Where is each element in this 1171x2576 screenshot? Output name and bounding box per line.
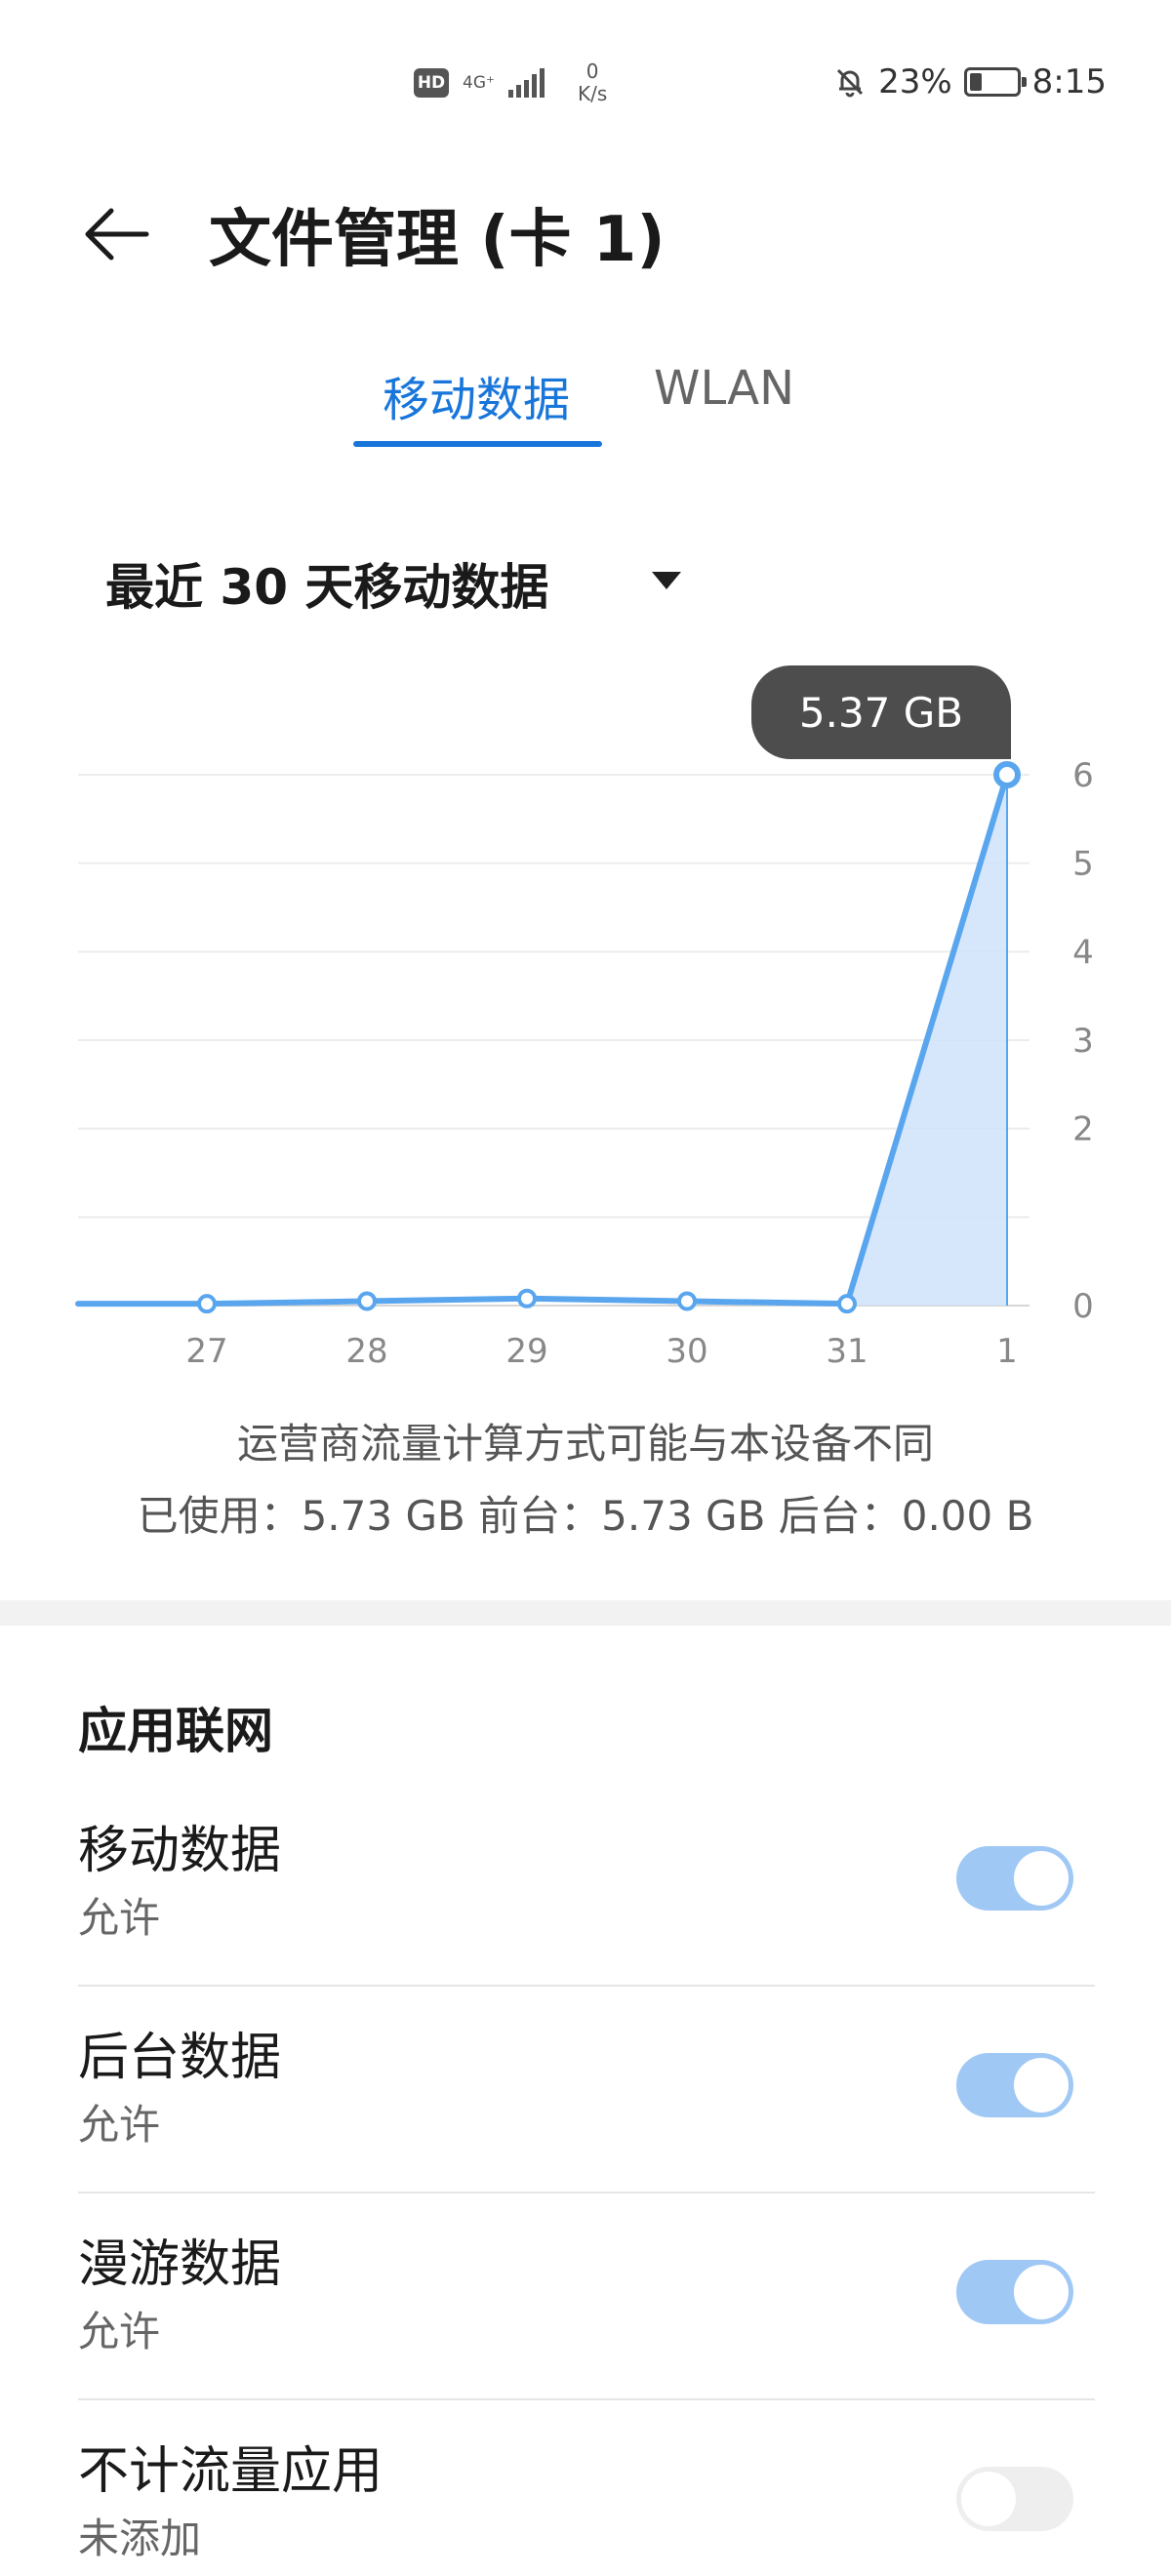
- x-tick-label: 28: [345, 1332, 387, 1371]
- tab-bar: 移动数据 WLAN: [0, 361, 1171, 451]
- speed-unit: K/s: [577, 82, 608, 105]
- setting-label: 移动数据: [78, 1822, 282, 1880]
- usage-chart-svg: 0 2 3 4 5 6 27 28 29 30 31 1: [75, 756, 1094, 1371]
- data-point: [837, 1294, 857, 1314]
- tab-indicator: [353, 441, 602, 447]
- chart-tooltip: 5.37 GB: [751, 665, 1011, 759]
- signal-icon: [507, 68, 545, 98]
- battery-percent: 23%: [878, 62, 952, 101]
- speed-value: 0: [586, 60, 599, 83]
- setting-value: 允许: [78, 2101, 161, 2149]
- hd-badge: HD: [414, 68, 449, 98]
- unmetered-apps-toggle[interactable]: [956, 2467, 1073, 2531]
- section-divider: [0, 1600, 1171, 1626]
- setting-label: 不计流量应用: [78, 2442, 384, 2501]
- y-tick-label: 3: [1072, 1022, 1094, 1061]
- y-tick-label: 5: [1072, 845, 1094, 884]
- battery-icon: [963, 67, 1027, 97]
- page-title: 文件管理 (卡 1): [209, 204, 666, 276]
- status-right-group: 23% 8:15: [833, 62, 1107, 101]
- section-title-app-network: 应用联网: [78, 1703, 273, 1759]
- y-tick-label: 4: [1072, 933, 1094, 972]
- tab-mobile-data[interactable]: 移动数据: [383, 361, 570, 429]
- period-selector[interactable]: 最近 30 天移动数据: [105, 548, 548, 619]
- y-tick-label: 6: [1072, 756, 1094, 795]
- clock: 8:15: [1031, 62, 1107, 101]
- bell-off-icon: [837, 68, 864, 98]
- status-bar: HD 4G⁺ 0 K/s 23% 8:15: [0, 0, 1171, 107]
- setting-value: 未添加: [78, 2515, 202, 2562]
- setting-row-unmetered-apps[interactable]: 不计流量应用 未添加: [78, 2400, 1095, 2576]
- toggle-knob: [1014, 2058, 1069, 2113]
- setting-value: 允许: [78, 1894, 161, 1942]
- x-tick-label: 29: [505, 1332, 547, 1371]
- roaming-data-toggle[interactable]: [956, 2260, 1073, 2324]
- toggle-knob: [1014, 2265, 1069, 2319]
- setting-row-background-data[interactable]: 后台数据 允许: [78, 1987, 1095, 2194]
- setting-label: 后台数据: [78, 2029, 282, 2087]
- highlight-point: [993, 761, 1021, 788]
- data-point: [517, 1288, 537, 1308]
- toggle-knob: [961, 2472, 1016, 2526]
- y-tick-label: 0: [1072, 1287, 1094, 1326]
- carrier-note: 运营商流量计算方式可能与本设备不同: [236, 1420, 934, 1468]
- status-network-group: HD 4G⁺ 0 K/s: [414, 60, 607, 105]
- data-point: [677, 1291, 697, 1311]
- setting-value: 允许: [78, 2308, 161, 2355]
- y-tick-label: 2: [1072, 1110, 1094, 1149]
- network-speed: 0 K/s: [578, 60, 607, 105]
- data-point: [357, 1291, 377, 1311]
- battery-level: [969, 73, 982, 91]
- app-header: 文件管理 (卡 1): [0, 176, 1171, 293]
- x-tick-label: 31: [826, 1332, 868, 1371]
- setting-row-mobile-data[interactable]: 移动数据 允许: [78, 1780, 1095, 1987]
- data-point: [197, 1294, 217, 1314]
- network-type: 4G⁺: [463, 72, 495, 93]
- setting-label: 漫游数据: [78, 2235, 282, 2294]
- usage-summary: 已使用：5.73 GB 前台：5.73 GB 后台：0.00 B: [137, 1492, 1034, 1540]
- x-tick-label: 1: [996, 1332, 1018, 1371]
- x-tick-label: 30: [666, 1332, 707, 1371]
- x-tick-label: 27: [185, 1332, 227, 1371]
- dropdown-arrow-icon[interactable]: [652, 572, 681, 589]
- toggle-knob: [1014, 1851, 1069, 1906]
- setting-row-roaming-data[interactable]: 漫游数据 允许: [78, 2194, 1095, 2400]
- usage-chart: 0 2 3 4 5 6 27 28 29 30 31 1 5.37 GB: [0, 654, 1171, 1376]
- back-arrow-icon[interactable]: [78, 195, 156, 273]
- background-data-toggle[interactable]: [956, 2053, 1073, 2117]
- tab-wlan[interactable]: WLAN: [654, 361, 794, 416]
- mobile-data-toggle[interactable]: [956, 1846, 1073, 1911]
